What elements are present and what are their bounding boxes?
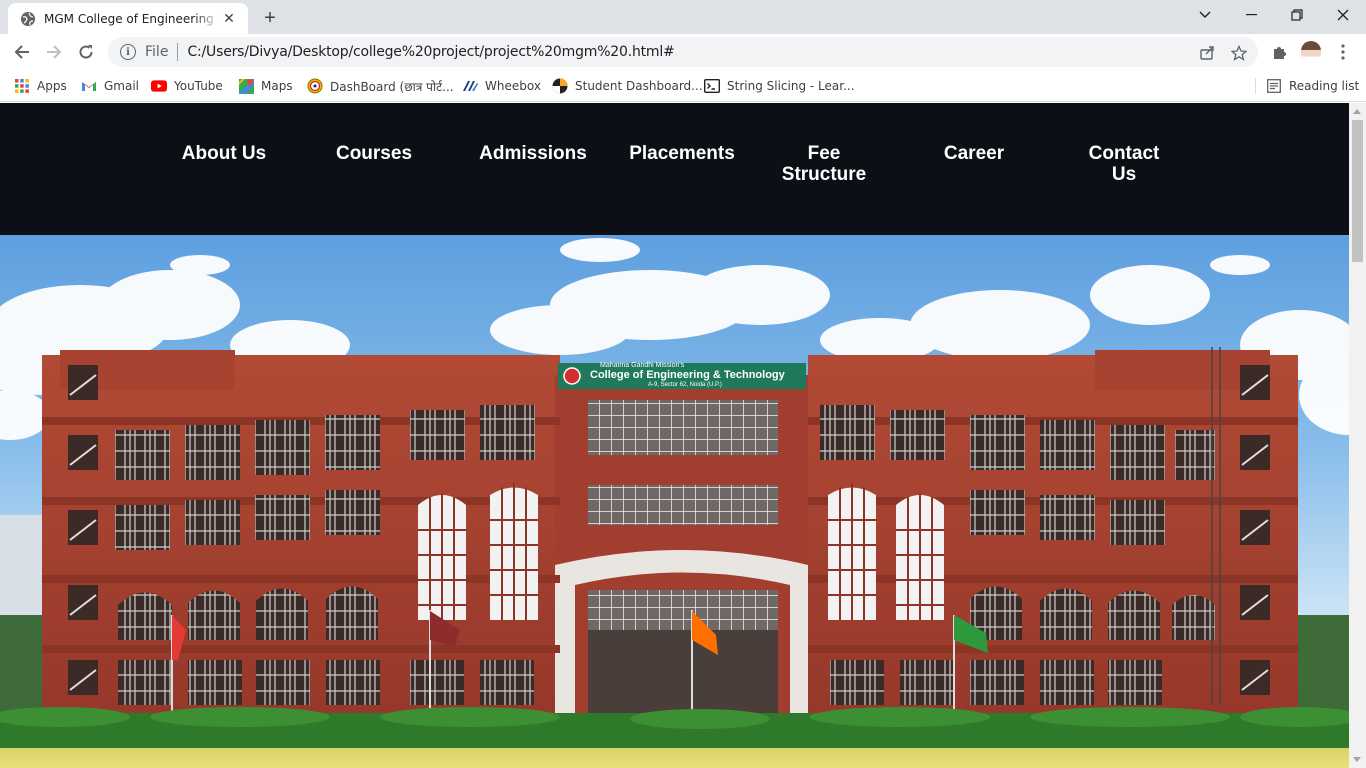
profile-avatar[interactable]	[1300, 41, 1322, 63]
nav-courses[interactable]: Courses	[314, 143, 434, 164]
nav-admissions[interactable]: Admissions	[468, 143, 598, 164]
close-icon[interactable]: ✕	[220, 10, 238, 28]
bookmark-wheebox[interactable]: Wheebox	[462, 76, 541, 96]
reload-button[interactable]	[72, 38, 100, 66]
bookmark-maps[interactable]: Maps	[238, 76, 293, 96]
bookmark-label: Apps	[37, 79, 67, 93]
bookmark-label: YouTube	[174, 79, 223, 93]
bookmarks-divider	[1255, 78, 1256, 94]
info-icon[interactable]: i	[120, 44, 136, 60]
bookmark-student-dashboard[interactable]: Student Dashboard...	[552, 76, 703, 96]
tab-search-chevron-icon[interactable]	[1182, 0, 1228, 30]
maps-icon	[238, 78, 254, 94]
bookmark-label: DashBoard (छात्र पोर्ट...	[330, 79, 454, 94]
scrollbar-thumb[interactable]	[1352, 120, 1363, 262]
nav-about-us[interactable]: About Us	[164, 143, 284, 164]
nav-career[interactable]: Career	[914, 143, 1034, 164]
back-button[interactable]	[8, 38, 36, 66]
hero-campus-image: Mahatma Gandhi Mission's College of Engi…	[0, 235, 1349, 768]
wheebox-icon	[462, 78, 478, 94]
youtube-icon	[151, 78, 167, 94]
page-scrollbar[interactable]	[1349, 103, 1366, 768]
apps-grid-icon	[14, 78, 30, 94]
browser-tab-active[interactable]: MGM College of Engineering & Technology …	[8, 3, 248, 34]
reading-list-icon	[1266, 78, 1282, 94]
bookmark-label: Wheebox	[485, 79, 541, 93]
scroll-up-arrow-icon[interactable]	[1353, 109, 1361, 114]
reading-list-label: Reading list	[1289, 79, 1360, 93]
site-navbar: About Us Courses Admissions Placements F…	[0, 103, 1349, 235]
bookmark-label: Maps	[261, 79, 293, 93]
globe-icon	[20, 11, 36, 27]
url-scheme-label: File	[145, 44, 169, 60]
omnibox-divider	[177, 43, 179, 61]
forward-button[interactable]	[40, 38, 68, 66]
terminal-icon	[704, 78, 720, 94]
new-tab-button[interactable]: +	[258, 6, 282, 30]
bookmark-label: String Slicing - Lear...	[727, 79, 855, 93]
bookmark-label: Gmail	[104, 79, 140, 93]
campus-building-illustration: Mahatma Gandhi Mission's College of Engi…	[0, 238, 1349, 768]
sign-sub-text: A-9, Sector 62, Noida (U.P.)	[648, 382, 722, 388]
address-bar[interactable]: i File C:/Users/Divya/Desktop/college%20…	[108, 37, 1258, 67]
bookmark-youtube[interactable]: YouTube	[151, 76, 223, 96]
restore-icon[interactable]	[1274, 0, 1320, 30]
browser-tabstrip: MGM College of Engineering & Technology …	[0, 0, 1366, 34]
tab-title: MGM College of Engineering & Technology	[44, 11, 220, 26]
bookmark-gmail[interactable]: Gmail	[81, 76, 139, 96]
gmail-icon	[81, 78, 97, 94]
browser-toolbar: i File C:/Users/Divya/Desktop/college%20…	[0, 34, 1366, 70]
extensions-puzzle-icon[interactable]	[1268, 41, 1290, 63]
minimize-icon[interactable]	[1228, 0, 1274, 30]
share-icon[interactable]	[1198, 44, 1216, 62]
bookmark-star-icon[interactable]	[1230, 44, 1248, 62]
reading-list-button[interactable]: Reading list	[1266, 76, 1359, 96]
bookmark-apps[interactable]: Apps	[14, 76, 67, 96]
bookmark-string-slicing[interactable]: String Slicing - Lear...	[704, 76, 855, 96]
bookmark-dashboard[interactable]: DashBoard (छात्र पोर्ट...	[307, 76, 454, 96]
nav-placements[interactable]: Placements	[617, 143, 747, 164]
scroll-down-arrow-icon[interactable]	[1353, 757, 1361, 762]
page-viewport: About Us Courses Admissions Placements F…	[0, 103, 1349, 768]
window-close-icon[interactable]	[1320, 0, 1366, 30]
nav-contact-us[interactable]: Contact Us	[1084, 143, 1164, 185]
sign-main-text: College of Engineering & Technology	[590, 369, 786, 381]
bookmarks-bar: Apps Gmail YouTube Maps DashBoard (छात्र…	[0, 70, 1366, 102]
portal-icon	[307, 78, 323, 94]
nav-fee-structure[interactable]: Fee Structure	[774, 143, 874, 185]
bookmark-label: Student Dashboard...	[575, 79, 703, 93]
kebab-menu-icon[interactable]	[1332, 41, 1354, 63]
student-dashboard-icon	[552, 78, 568, 94]
url-text[interactable]: C:/Users/Divya/Desktop/college%20project…	[187, 44, 674, 60]
sign-top-text: Mahatma Gandhi Mission's	[600, 362, 685, 369]
